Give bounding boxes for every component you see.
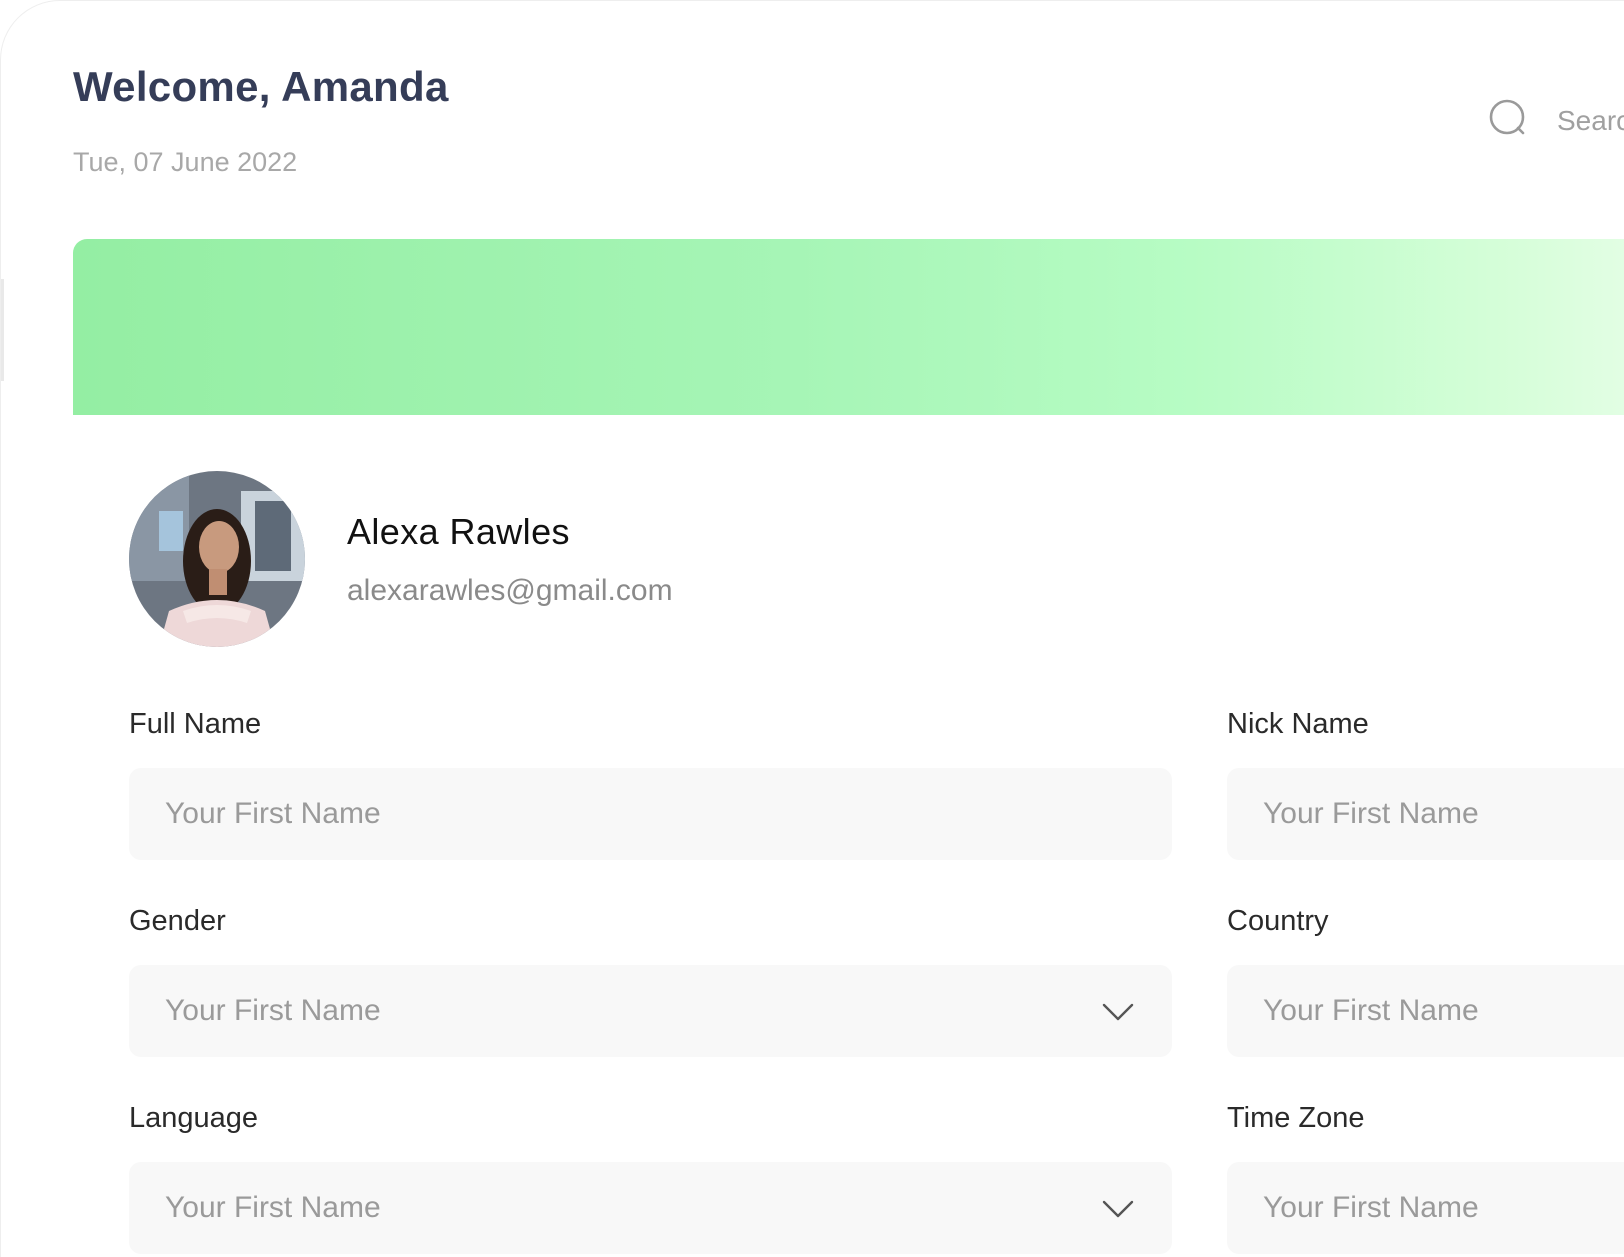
sidebar-edge: [1, 279, 4, 381]
nick-name-field[interactable]: Your First Name: [1227, 768, 1624, 860]
gender-placeholder: Your First Name: [165, 994, 381, 1027]
full-name-field[interactable]: Your First Name: [129, 768, 1172, 860]
country-placeholder: Your First Name: [1263, 994, 1479, 1027]
profile-name: Alexa Rawles: [347, 511, 570, 552]
language-select[interactable]: Your First Name: [129, 1162, 1172, 1254]
nick-name-label: Nick Name: [1227, 708, 1369, 740]
time-zone-label: Time Zone: [1227, 1102, 1365, 1134]
time-zone-placeholder: Your First Name: [1263, 1191, 1479, 1224]
language-label: Language: [129, 1102, 259, 1134]
search-input[interactable]: Searc: [1557, 105, 1624, 137]
profile-banner: [73, 239, 1624, 415]
nick-name-placeholder: Your First Name: [1263, 797, 1479, 830]
profile-email: alexarawles@gmail.com: [347, 574, 673, 607]
time-zone-field[interactable]: Your First Name: [1227, 1162, 1624, 1254]
full-name-label: Full Name: [129, 708, 262, 740]
language-placeholder: Your First Name: [165, 1191, 381, 1224]
search-bar[interactable]: Searc: [1487, 97, 1624, 145]
chevron-down-icon[interactable]: [1102, 997, 1134, 1025]
avatar[interactable]: [129, 471, 305, 647]
chevron-down-icon[interactable]: [1102, 1194, 1134, 1222]
profile-settings-card: Welcome, Amanda Tue, 07 June 2022 Searc …: [0, 0, 1624, 1257]
gender-label: Gender: [129, 905, 226, 937]
gender-select[interactable]: Your First Name: [129, 965, 1172, 1057]
search-icon[interactable]: [1487, 97, 1531, 146]
current-date: Tue, 07 June 2022: [73, 147, 298, 177]
full-name-placeholder: Your First Name: [165, 797, 381, 830]
country-field[interactable]: Your First Name: [1227, 965, 1624, 1057]
avatar-photo: [129, 471, 305, 647]
page-title: Welcome, Amanda: [73, 63, 449, 110]
country-label: Country: [1227, 905, 1329, 937]
